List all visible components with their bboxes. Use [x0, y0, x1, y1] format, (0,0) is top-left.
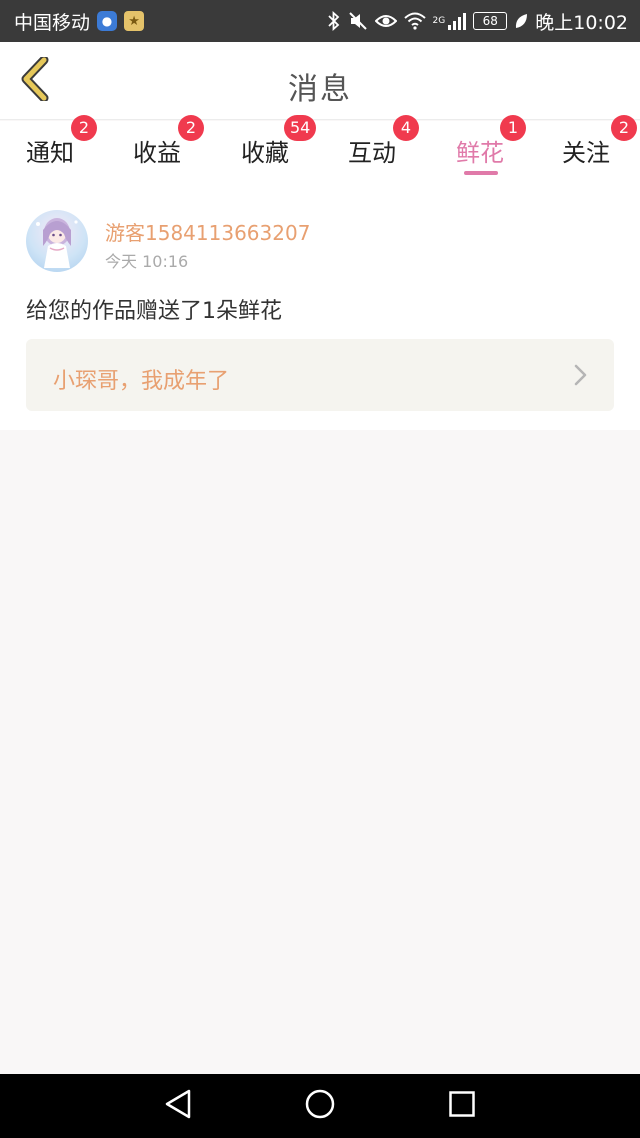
tab-badge: 2: [71, 115, 97, 141]
tab-earnings[interactable]: 收益 2: [133, 115, 223, 181]
battery-level: 68: [482, 14, 498, 28]
tab-label: 互动: [348, 139, 396, 167]
bluetooth-icon: [327, 11, 341, 31]
eye-icon: [374, 13, 397, 29]
work-title: 小琛哥，我成年了: [53, 369, 230, 394]
carrier-name: 中国移动: [14, 11, 91, 34]
tab-interactions[interactable]: 互动 4: [348, 115, 438, 181]
tab-following[interactable]: 关注 2: [562, 115, 640, 181]
tab-label: 关注: [562, 139, 610, 167]
tab-label: 收益: [133, 139, 181, 167]
nav-home-button[interactable]: [300, 1086, 340, 1126]
signal-icon: [448, 12, 467, 30]
avatar-image: [36, 218, 78, 268]
star-app-icon: ★: [124, 11, 145, 31]
tab-badge: 1: [500, 115, 526, 141]
wifi-icon: [403, 12, 426, 30]
avatar[interactable]: [26, 210, 88, 272]
back-triangle-icon: [163, 1088, 193, 1124]
message-text: 给您的作品赠送了1朵鲜花: [26, 299, 282, 324]
shield-icon: ●: [97, 11, 118, 31]
nav-recents-button[interactable]: [442, 1086, 482, 1126]
message-item: 游客1584113663207 今天 10:16 给您的作品赠送了1朵鲜花 小琛…: [0, 181, 640, 430]
nav-back-button[interactable]: [158, 1086, 198, 1126]
status-time: 晚上10:02: [535, 11, 628, 34]
active-tab-indicator: [464, 171, 498, 175]
status-right: 2G 68 晚上10:02: [327, 8, 628, 35]
status-bar: 中国移动 ● ★ 2G 68 晚上10:02: [0, 0, 640, 42]
tab-favorites[interactable]: 收藏 54: [241, 115, 331, 181]
battery-icon: 68: [473, 12, 508, 30]
home-circle-icon: [304, 1088, 336, 1124]
tab-badge: 4: [393, 115, 419, 141]
status-left: 中国移动 ● ★: [14, 8, 145, 35]
tab-label: 收藏: [241, 139, 289, 167]
mute-icon: [348, 11, 368, 31]
tab-bar: 通知 2 收益 2 收藏 54 互动 4 鲜花 1 关注 2: [0, 115, 640, 181]
sender-username[interactable]: 游客1584113663207: [105, 217, 310, 246]
system-nav-bar: [0, 1074, 640, 1138]
chevron-right-icon: [570, 363, 590, 387]
tab-badge: 2: [178, 115, 204, 141]
recents-square-icon: [448, 1090, 476, 1122]
tab-label: 鲜花: [456, 139, 504, 167]
network-gen-label: 2G: [432, 15, 446, 26]
message-timestamp: 今天 10:16: [105, 252, 189, 271]
tab-badge: 2: [611, 115, 637, 141]
tab-label: 通知: [26, 139, 74, 167]
tab-flowers[interactable]: 鲜花 1: [456, 115, 546, 181]
tab-badge: 54: [284, 115, 317, 141]
page-title: 消息: [288, 72, 352, 107]
leaf-icon: [514, 13, 528, 29]
tab-notifications[interactable]: 通知 2: [26, 115, 116, 181]
work-link-card[interactable]: 小琛哥，我成年了: [26, 339, 614, 411]
header: 消息: [0, 42, 640, 120]
